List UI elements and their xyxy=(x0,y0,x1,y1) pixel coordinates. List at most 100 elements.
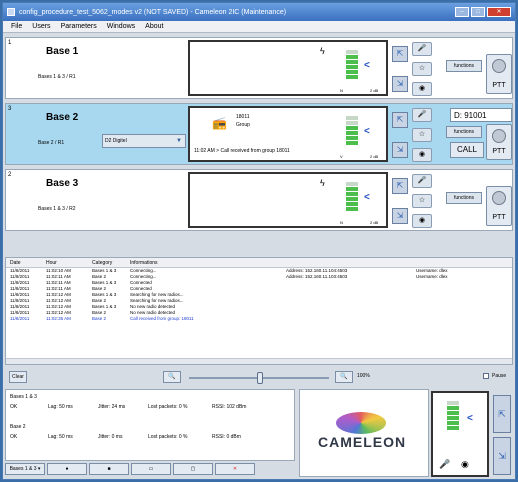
menu-file[interactable]: File xyxy=(11,23,22,30)
star-button[interactable]: ☆ xyxy=(412,194,432,208)
menu-windows[interactable]: Windows xyxy=(107,23,135,30)
pause-checkbox[interactable] xyxy=(483,373,489,379)
mini-expand-button[interactable]: ⇱ xyxy=(493,395,511,433)
base-selector[interactable]: Bases 1 & 3 ▾ xyxy=(5,463,45,475)
title-bar: config_procedure_test_5062_modes v2 (NOT… xyxy=(3,3,515,21)
base-panel-3[interactable]: 2 Base 3 Bases 1 & 3 / R2 ϟ < N 2 dB ⇱ ⇲… xyxy=(5,169,513,231)
event-log[interactable]: Date Hour Category Informations 11/8/201… xyxy=(5,257,513,365)
stats-lost: Lost packets: 0 % xyxy=(148,404,188,410)
log-info: Call received from group: 18011 xyxy=(130,316,194,321)
base-panel-1[interactable]: 1 Base 1 Bases 1 & 3 / R1 ϟ < N 2 dB ⇱ ⇲… xyxy=(5,37,513,99)
expand-button[interactable]: ⇱ xyxy=(392,46,408,62)
base-index: 1 xyxy=(8,40,12,46)
clear-button[interactable]: Clear xyxy=(9,371,27,383)
link-stats: Bases 1 & 3 OK Lag: 50 ms Jitter: 24 ms … xyxy=(5,389,295,461)
mic-icon[interactable]: 🎤 xyxy=(439,459,450,470)
expand-button[interactable]: ⇱ xyxy=(392,112,408,128)
base-name: Base 2 xyxy=(46,112,79,123)
radio-icon: 📻 xyxy=(212,116,227,130)
stats-jitter: Jitter: 0 ms xyxy=(98,434,123,440)
signal-value: 2 dB xyxy=(370,154,379,159)
main-window: config_procedure_test_5062_modes v2 (NOT… xyxy=(2,2,516,480)
zoom-slider-thumb[interactable] xyxy=(257,372,263,384)
save-button[interactable]: ▭ xyxy=(131,463,171,475)
volume-icon[interactable]: ◉ xyxy=(461,459,469,470)
ptt-circle-icon xyxy=(492,59,506,73)
collapse-button[interactable]: ⇲ xyxy=(392,208,408,224)
maximize-button[interactable]: □ xyxy=(471,7,485,17)
group-label: Group xyxy=(236,122,250,128)
column-info[interactable]: Informations xyxy=(130,260,286,266)
ptt-circle-icon xyxy=(492,129,506,143)
stats-status: OK xyxy=(10,434,18,440)
functions-button[interactable]: functions xyxy=(446,126,482,138)
log-row[interactable]: 11/8/2011 11:02:35 AM Base 2 Call received … xyxy=(6,316,512,322)
signal-value: 2 dB xyxy=(370,88,379,93)
signal-value: 2 dB xyxy=(370,220,379,225)
mic-button[interactable]: 🎤 xyxy=(412,108,432,122)
ptt-button[interactable]: PTT xyxy=(486,186,512,226)
bottom-toolbar: Bases 1 & 3 ▾ ● ■ ▭ ▢ ✕ xyxy=(5,463,295,477)
ptt-button[interactable]: PTT xyxy=(486,124,512,160)
log-address xyxy=(286,316,416,322)
log-rows: 11/8/2011 11:02:10 AM Bases 1 & 3 Connectin… xyxy=(6,268,512,322)
chevron-down-icon: ▼ xyxy=(176,138,182,144)
radio-screen: 📻 18011 Group 11:02 AM > Call received f… xyxy=(188,106,388,162)
star-button[interactable]: ☆ xyxy=(412,128,432,142)
close-button[interactable]: ✕ xyxy=(487,7,511,17)
channel-dropdown[interactable]: D2 Digitel ▼ xyxy=(102,134,186,148)
log-category: Base 2 xyxy=(92,316,107,321)
delete-button[interactable]: ✕ xyxy=(215,463,255,475)
menu-users[interactable]: Users xyxy=(32,23,50,30)
logo-area: CAMELEON xyxy=(299,389,429,477)
horizontal-scrollbar[interactable] xyxy=(6,358,512,364)
mini-radio-panel: < 🎤 ◉ xyxy=(431,391,489,477)
zoom-in-button[interactable]: 🔍 xyxy=(335,371,353,383)
column-category[interactable]: Category xyxy=(92,260,130,266)
call-button[interactable]: CALL xyxy=(450,142,484,158)
group-number: 18011 xyxy=(236,114,250,120)
base-subtitle: Bases 1 & 3 / R2 xyxy=(38,206,76,212)
record-button[interactable]: ● xyxy=(47,463,87,475)
mini-signal-meter xyxy=(447,401,459,437)
id-select[interactable]: D: 91001 xyxy=(450,108,512,122)
log-date: 11/8/2011 xyxy=(10,316,30,321)
menu-about[interactable]: About xyxy=(145,23,163,30)
stats-rssi: RSSI: 0 dBm xyxy=(212,434,241,440)
mini-collapse-button[interactable]: ⇲ xyxy=(493,437,511,475)
collapse-button[interactable]: ⇲ xyxy=(392,76,408,92)
radio-screen: ϟ < N 2 dB xyxy=(188,172,388,228)
functions-button[interactable]: functions xyxy=(446,192,482,204)
base-panel-2[interactable]: 3 Base 2 Base 2 / R1 D2 Digitel ▼ 📻 1801… xyxy=(5,103,513,165)
column-date[interactable]: Date xyxy=(6,260,46,266)
volume-button[interactable]: ◉ xyxy=(412,214,432,228)
log-toolbar: Clear 🔍 🔍 100% Pause xyxy=(5,369,513,385)
zoom-level: 100% xyxy=(357,373,370,379)
column-hour[interactable]: Hour xyxy=(46,260,92,266)
app-icon xyxy=(7,8,15,16)
logo-text: CAMELEON xyxy=(318,434,407,450)
volume-button[interactable]: ◉ xyxy=(412,148,432,162)
ptt-label: PTT xyxy=(492,214,506,221)
chevron-left-icon: < xyxy=(364,60,370,71)
copy-button[interactable]: ▢ xyxy=(173,463,213,475)
base-subtitle: Base 2 / R1 xyxy=(38,140,65,146)
ptt-button[interactable]: PTT xyxy=(486,54,512,94)
window-controls: – □ ✕ xyxy=(455,7,511,17)
stats-status: OK xyxy=(10,404,18,410)
minimize-button[interactable]: – xyxy=(455,7,469,17)
menu-parameters[interactable]: Parameters xyxy=(61,23,97,30)
star-button[interactable]: ☆ xyxy=(412,62,432,76)
zoom-out-button[interactable]: 🔍 xyxy=(163,371,181,383)
functions-button[interactable]: functions xyxy=(446,60,482,72)
stop-button[interactable]: ■ xyxy=(89,463,129,475)
collapse-button[interactable]: ⇲ xyxy=(392,142,408,158)
ptt-circle-icon xyxy=(492,191,506,205)
base-selector-value: Bases 1 & 3 xyxy=(9,466,37,472)
mic-button[interactable]: 🎤 xyxy=(412,42,432,56)
volume-button[interactable]: ◉ xyxy=(412,82,432,96)
stats-lost: Lost packets: 0 % xyxy=(148,434,188,440)
mic-button[interactable]: 🎤 xyxy=(412,174,432,188)
ptt-label: PTT xyxy=(492,148,506,155)
expand-button[interactable]: ⇱ xyxy=(392,178,408,194)
